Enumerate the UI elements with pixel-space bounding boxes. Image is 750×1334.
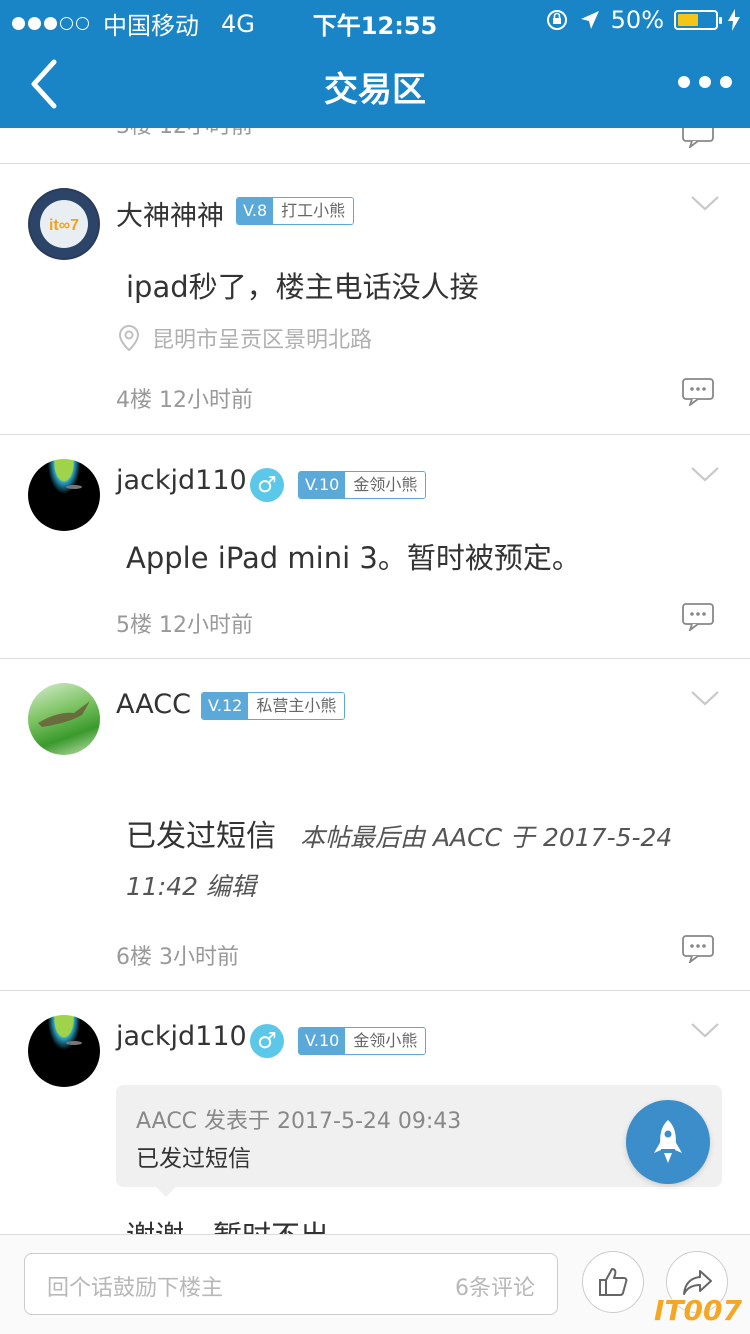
post-content: Apple iPad mini 3。暂时被预定。 <box>126 541 581 575</box>
user-badges: V.8 打工小熊 <box>236 197 355 225</box>
status-bar: 中国移动 4G 下午12:55 50% <box>0 0 750 40</box>
level-badge: V.10 金领小熊 <box>298 471 427 499</box>
username[interactable]: jackjd110 <box>116 465 247 496</box>
nav-bar: 交易区 <box>0 40 750 128</box>
battery-icon <box>674 10 722 30</box>
reply-placeholder: 回个话鼓励下楼主 <box>47 1276 224 1301</box>
more-dot <box>699 76 711 88</box>
rotation-lock-icon <box>546 10 567 30</box>
edit-note: 本帖最后由 AACC 于 2017-5-24 <box>300 823 673 852</box>
post-text: 已发过短信 <box>126 819 276 854</box>
post-meta: 5楼 12小时前 <box>116 613 253 638</box>
more-dot <box>720 76 732 88</box>
rocket-icon <box>654 1120 682 1163</box>
it007-logo-icon: it∞7 <box>30 190 98 258</box>
chevron-down-icon[interactable] <box>690 194 720 212</box>
page-title: 交易区 <box>324 70 426 110</box>
location-pin-icon <box>118 324 140 352</box>
avatar[interactable] <box>28 683 100 755</box>
post-content: 谢谢，暂时不出 <box>126 1213 329 1234</box>
level-badge: V.12 私营主小熊 <box>201 692 346 720</box>
user-badges: ♂ V.10 金领小熊 <box>250 1024 427 1058</box>
more-button[interactable] <box>678 76 732 88</box>
comment-icon[interactable] <box>682 128 714 148</box>
level-badge: V.10 金领小熊 <box>298 1027 427 1055</box>
male-gender-icon: ♂ <box>250 1024 284 1058</box>
thumbs-up-icon <box>599 1268 628 1296</box>
post-item-partial: 3楼 12小时前 <box>0 128 750 164</box>
comment-icon[interactable] <box>682 935 714 963</box>
username[interactable]: 大神神神 <box>116 194 224 233</box>
quote-text: 已发过短信 <box>136 1146 251 1172</box>
more-dot <box>678 76 690 88</box>
charging-bolt-icon <box>728 9 740 31</box>
like-button[interactable] <box>582 1251 644 1313</box>
avatar[interactable] <box>28 1015 100 1087</box>
username[interactable]: AACC <box>116 689 191 720</box>
location[interactable]: 昆明市呈贡区景明北路 <box>116 322 372 354</box>
avatar[interactable]: it∞7 <box>28 188 100 260</box>
chevron-down-icon[interactable] <box>690 1021 720 1039</box>
username[interactable]: jackjd110 <box>116 1021 247 1052</box>
bird-avatar-image <box>38 701 90 727</box>
location-text: 昆明市呈贡区景明北路 <box>152 328 373 353</box>
chevron-down-icon[interactable] <box>690 465 720 483</box>
post-meta: 4楼 12小时前 <box>116 388 253 413</box>
level-badge: V.8 打工小熊 <box>236 197 355 225</box>
male-gender-icon: ♂ <box>250 468 284 502</box>
post-content: ipad秒了，楼主电话没人接 <box>126 270 479 304</box>
comment-icon[interactable] <box>682 603 714 631</box>
user-badges: ♂ V.10 金领小熊 <box>250 468 427 502</box>
user-badges: V.12 私营主小熊 <box>201 692 346 720</box>
post-meta: 6楼 3小时前 <box>116 945 239 970</box>
site-watermark: IT007 <box>654 1294 742 1327</box>
back-to-top-button[interactable] <box>626 1100 710 1184</box>
comment-count[interactable]: 6条评论 <box>455 1270 535 1302</box>
reply-input[interactable]: 回个话鼓励下楼主 6条评论 <box>24 1253 558 1315</box>
post-item: AACC V.12 私营主小熊 已发过短信 本帖最后由 AACC 于 2017-5-… <box>0 659 750 991</box>
bottom-bar: 回个话鼓励下楼主 6条评论 <box>0 1234 750 1334</box>
location-arrow-icon <box>580 11 599 29</box>
post-item: jackjd110 ♂ V.10 金领小熊 Apple iPad mini 3。暂… <box>0 435 750 659</box>
avatar-image <box>66 485 82 489</box>
post-meta: 3楼 12小时前 <box>116 128 253 140</box>
edit-note-continued: 11:42 编辑 <box>126 872 256 901</box>
avatar[interactable] <box>28 459 100 531</box>
comment-icon[interactable] <box>682 378 714 406</box>
chevron-down-icon[interactable] <box>690 689 720 707</box>
battery-percent: 50% <box>610 6 664 34</box>
post-list[interactable]: 3楼 12小时前 it∞7 大神神神 V.8打工小熊 ipad秒了，楼主电话没人… <box>0 128 750 1234</box>
avatar-image <box>66 1041 82 1045</box>
post-item: it∞7 大神神神 V.8 打工小熊 ipad秒了，楼主电话没人接 昆明市呈贡区景… <box>0 164 750 435</box>
svg-text:it∞7: it∞7 <box>49 217 79 234</box>
post-content: 已发过短信 本帖最后由 AACC 于 2017-5-24 <box>126 811 672 855</box>
quote-header: AACC 发表于 2017-5-24 09:43 <box>136 1109 462 1134</box>
status-right: 50% <box>545 6 740 34</box>
